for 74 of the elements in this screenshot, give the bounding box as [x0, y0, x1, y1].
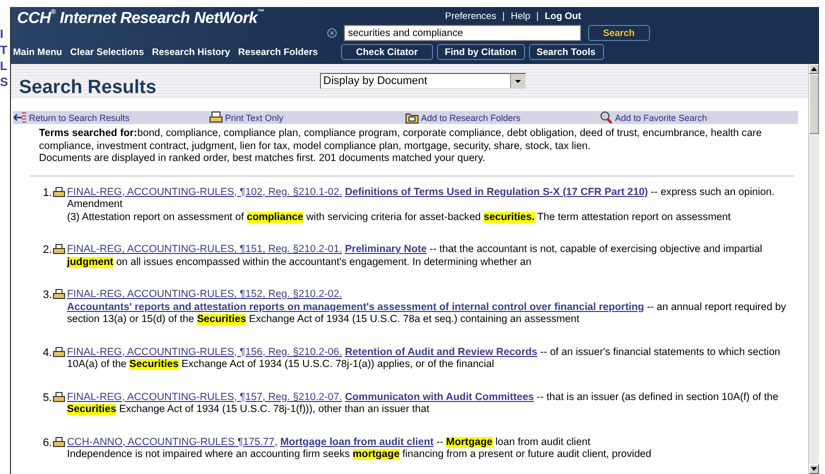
separator: | [502, 11, 505, 22]
clear-icon[interactable] [327, 28, 337, 38]
printer-icon[interactable] [53, 244, 65, 255]
background-text: T [0, 43, 8, 57]
scroll-up-icon [811, 67, 817, 71]
search-button[interactable]: Search [588, 25, 650, 41]
citation-link[interactable]: FINAL-REG, ACCOUNTING-RULES, ¶102, Reg. §210.1-02. [67, 186, 342, 198]
search-field[interactable]: securities and compliance [344, 25, 581, 41]
printer-icon[interactable] [53, 436, 65, 448]
printer-icon[interactable] [53, 392, 65, 402]
highlighted-term: Securities [129, 359, 179, 370]
display-select[interactable]: Display by Document [320, 73, 526, 89]
search-terms-text: Terms searched for:bond, compliance, compliance plan, compliance program, corporate compliance, debt obligation, deed of trust, encumbrance, health care compliance, investment contract, judgment, lien for tax, model compliance plan, mortgage, security, share, stock, tax lien. [39, 128, 763, 153]
page-title: Search Results [19, 77, 156, 99]
toolbar-link-label[interactable]: Add to Favorite Search [615, 112, 708, 122]
toolbar-link-label[interactable]: Add to Research Folders [421, 112, 521, 122]
citation-link[interactable]: FINAL-REG, ACCOUNTING-RULES, ¶157, Reg. §210.2-07. [67, 392, 342, 402]
header-link[interactable]: Preferences [445, 11, 496, 22]
highlighted-term: compliance [246, 212, 304, 222]
toolbar-link[interactable]: Add to Research Folders [405, 111, 599, 124]
background-text: I [0, 27, 4, 41]
nav-link[interactable]: Research Folders [238, 47, 318, 58]
arrow-list-icon [13, 111, 27, 124]
header-link[interactable]: Log Out [544, 11, 582, 22]
highlighted-term: Securities [67, 404, 116, 415]
document-title-link[interactable]: Retention of Audit and Review Records [344, 346, 538, 358]
citation-link[interactable]: CCH-ANNO, ACCOUNTING-RULES ¶175.77, [67, 436, 278, 448]
toolbar-link[interactable]: Return to Search Results [13, 111, 209, 124]
summary-text: Documents are displayed in ranked order, best matches first. 201 documents matched your query. [39, 153, 486, 166]
result-entry: FINAL-REG, ACCOUNTING-RULES, ¶156, Reg. §210.2-06. Retention of Audit and Review Records -- of an issuer's financial statements to which section 10A(a) of the Securities Exchange Act of 1934 (15 U.S.C. 78j-1(a)) applies, or of the financial [67, 346, 782, 372]
result-number: 2. [42, 244, 52, 258]
document-title-link[interactable]: Mortgage loan from audit client [280, 436, 434, 448]
result-entry: FINAL-REG, ACCOUNTING-RULES, ¶102, Reg. §210.1-02. Definitions of Terms Used in Regulation S-X (17 CFR Part 210) -- express such an opinion. Amendment (3) Attestation report on assessment of compliance with servicing criteria for asset-backed securities. The term attestation report on assessment [67, 186, 776, 224]
logo: CCH$^{®}$ Internet Research NetWork$^{™}$ [17, 9, 266, 28]
header-button[interactable]: Find by Citation [436, 44, 525, 60]
printer-icon[interactable] [53, 289, 65, 300]
result-entry: FINAL-REG, ACCOUNTING-RULES, ¶157, Reg. §210.2-07. Communicaton with Audit Committees -- that is an issuer (as defined in section 10A(f) of the Securities Exchange Act of 1934 (15 U.S.C. 78j-1(f))), other than an issuer that [67, 392, 780, 416]
result-number: 4. [42, 346, 52, 360]
citation-link[interactable]: FINAL-REG, ACCOUNTING-RULES, ¶156, Reg. §210.2-06. [67, 346, 342, 358]
highlighted-term: mortgage [352, 449, 400, 460]
printer-icon[interactable] [53, 346, 65, 358]
result-entry: CCH-ANNO, ACCOUNTING-RULES ¶175.77, Mortgage loan from audit client -- Mortgage loan from audit client Independence is not impaired where an accounting firm seeks mortgage financing from a present or future audit client, provided [67, 436, 652, 462]
result-number: 1. [42, 186, 52, 200]
nav-link[interactable]: Main Menu [13, 47, 62, 58]
document-title-link[interactable]: Communicaton with Audit Committees [344, 392, 534, 402]
nav-link[interactable]: Research History [152, 47, 230, 58]
highlighted-term: Mortgage [446, 436, 493, 448]
toolbar-link-label[interactable]: Print Text Only [225, 112, 284, 122]
result-number: 5. [42, 392, 52, 406]
result-entry: FINAL-REG, ACCOUNTING-RULES, ¶152, Reg. §210.2-02. Accountants' reports and attestation reports on management's assessment of internal control over financial reporting -- an annual report required by section 13(a) or 15(d) of the Securities Exchange Act of 1934 (15 U.S.C. 78a et seq.) containing an assessment [67, 289, 788, 326]
folder-icon [405, 111, 419, 124]
scroll-thumb[interactable] [809, 74, 819, 134]
header-button[interactable]: Search Tools [528, 44, 604, 60]
background-text: S [0, 75, 10, 89]
scroll-down-icon [811, 467, 817, 471]
header-button[interactable]: Check Citator [341, 44, 433, 60]
document-title-link[interactable]: Accountants' reports and attestation reports on management's assessment of internal control over financial reporting [67, 302, 644, 312]
separator: | [536, 11, 539, 22]
result-number: 3. [42, 289, 52, 303]
background-text: L [0, 59, 8, 73]
printer-icon[interactable] [53, 186, 65, 198]
toolbar-link-label[interactable]: Return to Search Results [29, 112, 130, 122]
citation-link[interactable]: FINAL-REG, ACCOUNTING-RULES, ¶151, Reg. §210.2-01. [67, 244, 342, 255]
header-link[interactable]: Help [510, 11, 530, 22]
citation-link[interactable]: FINAL-REG, ACCOUNTING-RULES, ¶152, Reg. §210.2-02. [67, 289, 342, 300]
result-number: 6. [42, 436, 52, 450]
printer-icon [209, 111, 223, 124]
nav-link[interactable]: Clear Selections [70, 47, 144, 58]
toolbar-link[interactable]: Add to Favorite Search [599, 111, 749, 124]
highlighted-term: securities. [484, 212, 535, 222]
highlighted-term: Securities [196, 314, 246, 325]
toolbar-link[interactable]: Print Text Only [209, 111, 405, 124]
document-title-link[interactable]: Definitions of Terms Used in Regulation S-X (17 CFR Part 210) [344, 186, 648, 198]
document-title-link[interactable]: Preliminary Note [344, 244, 427, 255]
